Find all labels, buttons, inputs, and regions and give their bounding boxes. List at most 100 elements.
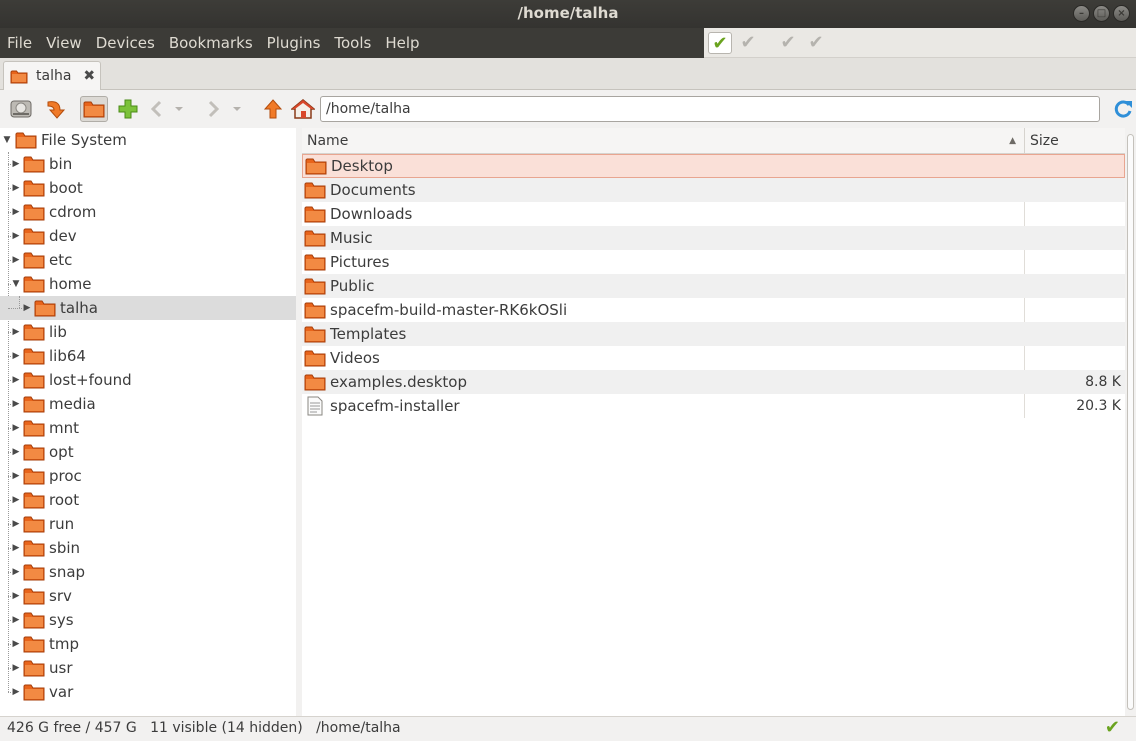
collapsed-arrow-icon[interactable]: ▶ bbox=[11, 159, 21, 169]
collapsed-arrow-icon[interactable]: ▶ bbox=[11, 327, 21, 337]
file-row[interactable]: Documents bbox=[302, 178, 1125, 202]
tree-item-dev[interactable]: ▶ dev bbox=[0, 224, 296, 248]
collapsed-arrow-icon[interactable]: ▶ bbox=[11, 231, 21, 241]
collapsed-arrow-icon[interactable]: ▶ bbox=[11, 663, 21, 673]
menu-devices[interactable]: Devices bbox=[89, 28, 162, 58]
tree-item-talha[interactable]: ▶ talha bbox=[0, 296, 296, 320]
home-button[interactable] bbox=[289, 96, 317, 122]
task-check-button-2[interactable]: ✔ bbox=[736, 32, 760, 54]
maximize-button[interactable]: □ bbox=[1093, 5, 1110, 22]
tree-guide-line bbox=[8, 403, 11, 405]
collapsed-arrow-icon[interactable]: ▶ bbox=[11, 447, 21, 457]
menu-tools[interactable]: Tools bbox=[327, 28, 378, 58]
task-check-button-3[interactable]: ✔ bbox=[776, 32, 800, 54]
folder-icon bbox=[304, 230, 326, 247]
tree-item-run[interactable]: ▶ run bbox=[0, 512, 296, 536]
tree-item-home[interactable]: ▼ home bbox=[0, 272, 296, 296]
file-row[interactable]: Videos bbox=[302, 346, 1125, 370]
collapsed-arrow-icon[interactable]: ▶ bbox=[11, 471, 21, 481]
tab-talha[interactable]: talha ✖ bbox=[3, 61, 101, 90]
tree-root-file-system[interactable]: ▼ File System bbox=[0, 128, 296, 152]
back-button[interactable] bbox=[145, 96, 167, 122]
task-check-button-4[interactable]: ✔ bbox=[804, 32, 828, 54]
file-row[interactable]: spacefm-installer 20.3 K bbox=[302, 394, 1125, 418]
collapsed-arrow-icon[interactable]: ▶ bbox=[11, 495, 21, 505]
column-header-name[interactable]: Name ▲ bbox=[302, 128, 1024, 154]
folder-icon bbox=[23, 516, 45, 533]
tree-item-root[interactable]: ▶ root bbox=[0, 488, 296, 512]
collapsed-arrow-icon[interactable]: ▶ bbox=[22, 303, 32, 313]
forward-history-dropdown[interactable] bbox=[230, 96, 244, 122]
up-button[interactable] bbox=[259, 96, 287, 122]
collapsed-arrow-icon[interactable]: ▶ bbox=[11, 399, 21, 409]
expanded-arrow-icon[interactable]: ▼ bbox=[11, 279, 21, 289]
tree-item-lib64[interactable]: ▶ lib64 bbox=[0, 344, 296, 368]
menu-view[interactable]: View bbox=[39, 28, 89, 58]
collapsed-arrow-icon[interactable]: ▶ bbox=[11, 687, 21, 697]
expanded-arrow-icon[interactable]: ▼ bbox=[2, 135, 12, 145]
show-tree-button[interactable] bbox=[80, 96, 108, 122]
tree-item-boot[interactable]: ▶ boot bbox=[0, 176, 296, 200]
sort-ascending-icon: ▲ bbox=[1009, 136, 1016, 146]
file-row[interactable]: Desktop bbox=[302, 154, 1125, 178]
tree-item-lost-found[interactable]: ▶ lost+found bbox=[0, 368, 296, 392]
folder-icon bbox=[23, 660, 45, 677]
refresh-button[interactable] bbox=[1110, 96, 1136, 122]
menu-file[interactable]: File bbox=[0, 28, 39, 58]
go-button[interactable] bbox=[42, 96, 70, 122]
tree-item-lib[interactable]: ▶ lib bbox=[0, 320, 296, 344]
tree-item-opt[interactable]: ▶ opt bbox=[0, 440, 296, 464]
collapsed-arrow-icon[interactable]: ▶ bbox=[11, 543, 21, 553]
file-row[interactable]: spacefm-build-master-RK6kOSli bbox=[302, 298, 1125, 322]
tree-item-media[interactable]: ▶ media bbox=[0, 392, 296, 416]
tree-item-srv[interactable]: ▶ srv bbox=[0, 584, 296, 608]
path-bar-input[interactable] bbox=[320, 96, 1100, 122]
tree-item-bin[interactable]: ▶ bin bbox=[0, 152, 296, 176]
collapsed-arrow-icon[interactable]: ▶ bbox=[11, 591, 21, 601]
minimize-button[interactable]: – bbox=[1073, 5, 1090, 22]
tree-item-usr[interactable]: ▶ usr bbox=[0, 656, 296, 680]
tree-item-sys[interactable]: ▶ sys bbox=[0, 608, 296, 632]
tree-item-sbin[interactable]: ▶ sbin bbox=[0, 536, 296, 560]
file-row[interactable]: Templates bbox=[302, 322, 1125, 346]
file-row[interactable]: Pictures bbox=[302, 250, 1125, 274]
collapsed-arrow-icon[interactable]: ▶ bbox=[11, 255, 21, 265]
tree-item-tmp[interactable]: ▶ tmp bbox=[0, 632, 296, 656]
file-row[interactable]: examples.desktop 8.8 K bbox=[302, 370, 1125, 394]
task-check-button-1[interactable]: ✔ bbox=[708, 32, 732, 54]
file-row[interactable]: Downloads bbox=[302, 202, 1125, 226]
menu-plugins[interactable]: Plugins bbox=[260, 28, 328, 58]
collapsed-arrow-icon[interactable]: ▶ bbox=[11, 207, 21, 217]
tree-item-cdrom[interactable]: ▶ cdrom bbox=[0, 200, 296, 224]
close-tab-icon[interactable]: ✖ bbox=[83, 68, 95, 84]
menu-bookmarks[interactable]: Bookmarks bbox=[162, 28, 260, 58]
new-tab-button[interactable] bbox=[114, 96, 142, 122]
tree-item-proc[interactable]: ▶ proc bbox=[0, 464, 296, 488]
collapsed-arrow-icon[interactable]: ▶ bbox=[11, 639, 21, 649]
collapsed-arrow-icon[interactable]: ▶ bbox=[11, 351, 21, 361]
column-header-size[interactable]: Size bbox=[1024, 128, 1125, 154]
file-row[interactable]: Music bbox=[302, 226, 1125, 250]
collapsed-arrow-icon[interactable]: ▶ bbox=[11, 375, 21, 385]
tree-item-var[interactable]: ▶ var bbox=[0, 680, 296, 704]
tree-item-etc[interactable]: ▶ etc bbox=[0, 248, 296, 272]
close-button[interactable]: × bbox=[1113, 5, 1130, 22]
back-history-dropdown[interactable] bbox=[172, 96, 186, 122]
tree-item-mnt[interactable]: ▶ mnt bbox=[0, 416, 296, 440]
collapsed-arrow-icon[interactable]: ▶ bbox=[11, 183, 21, 193]
collapsed-arrow-icon[interactable]: ▶ bbox=[11, 423, 21, 433]
vertical-scrollbar[interactable] bbox=[1125, 128, 1136, 716]
devices-button[interactable] bbox=[7, 96, 35, 122]
folder-icon bbox=[23, 492, 45, 509]
collapsed-arrow-icon[interactable]: ▶ bbox=[11, 615, 21, 625]
menu-help[interactable]: Help bbox=[378, 28, 426, 58]
tree-guide-line bbox=[8, 187, 11, 189]
collapsed-arrow-icon[interactable]: ▶ bbox=[11, 567, 21, 577]
tree-label: etc bbox=[49, 251, 73, 269]
collapsed-arrow-icon[interactable]: ▶ bbox=[11, 519, 21, 529]
forward-button[interactable] bbox=[203, 96, 225, 122]
scrollbar-thumb[interactable] bbox=[1127, 134, 1134, 710]
file-row[interactable]: Public bbox=[302, 274, 1125, 298]
file-name: Documents bbox=[330, 181, 416, 199]
tree-item-snap[interactable]: ▶ snap bbox=[0, 560, 296, 584]
